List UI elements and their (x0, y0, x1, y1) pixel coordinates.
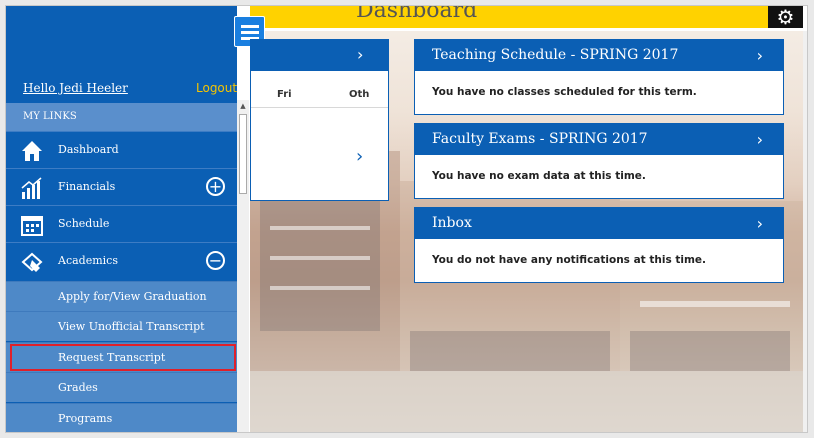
card-header[interactable]: Teaching Schedule - SPRING 2017 › (415, 40, 783, 71)
faculty-exams-card: Faculty Exams - SPRING 2017 › You have no… (414, 123, 784, 199)
page-scrollbar[interactable] (803, 31, 807, 432)
sidebar-item-academics[interactable]: Academics − (6, 242, 237, 279)
subitem-unofficial-transcript[interactable]: View Unofficial Transcript (6, 311, 237, 341)
my-links-header: MY LINKS (6, 103, 237, 131)
sidebar-item-dashboard[interactable]: Dashboard (6, 131, 237, 168)
sidebar-item-label: Schedule (58, 217, 110, 230)
chevron-right-icon[interactable]: › (757, 208, 763, 239)
card-header[interactable]: Faculty Exams - SPRING 2017 › (415, 124, 783, 155)
chevron-right-icon[interactable]: › (757, 40, 763, 71)
sidebar-item-label: Dashboard (58, 143, 119, 156)
subitem-grades[interactable]: Grades (6, 372, 237, 402)
sidebar-item-label: Financials (58, 180, 116, 193)
card-message: You have no exam data at this time. (432, 170, 646, 182)
day-header: Oth (349, 89, 370, 100)
card-title: Inbox (432, 215, 472, 231)
teaching-schedule-card: Teaching Schedule - SPRING 2017 › You hav… (414, 39, 784, 115)
calendar-card: › Fri Oth › (250, 39, 389, 201)
scrollbar-thumb[interactable] (239, 114, 247, 194)
calendar-icon (21, 216, 43, 236)
sidebar-item-financials[interactable]: Financials + (6, 168, 237, 205)
user-greeting-link[interactable]: Hello Jedi Heeler (23, 81, 128, 95)
header-bar (250, 6, 768, 28)
page-title: Dashboard (356, 5, 478, 23)
scroll-up-icon[interactable]: ▲ (237, 100, 249, 112)
expand-plus-icon[interactable]: + (206, 177, 225, 196)
card-title: Faculty Exams - SPRING 2017 (432, 131, 648, 147)
card-message: You do not have any notifications at thi… (432, 254, 707, 266)
financials-chart-icon (21, 177, 42, 199)
chevron-right-icon[interactable]: › (757, 124, 763, 155)
annotation-highlight-box (10, 344, 236, 371)
subitem-programs[interactable]: Programs (6, 403, 237, 432)
calendar-card-header[interactable]: › (251, 40, 388, 71)
card-header[interactable]: Inbox › (415, 208, 783, 239)
sidebar-item-label: Academics (58, 254, 118, 267)
day-header: Fri (277, 89, 292, 100)
academics-icon (21, 252, 43, 272)
home-icon (22, 141, 42, 161)
logout-link[interactable]: Logout (196, 81, 237, 95)
app-window: Dashboard ⚙ Hello Jedi Heeler Logout MY … (5, 5, 808, 433)
card-title: Teaching Schedule - SPRING 2017 (432, 47, 679, 63)
gear-icon[interactable]: ⚙ (768, 6, 803, 28)
subitem-apply-graduation[interactable]: Apply for/View Graduation (6, 281, 237, 311)
collapse-minus-icon[interactable]: − (206, 251, 225, 270)
card-message: You have no classes scheduled for this t… (432, 86, 697, 98)
divider (251, 107, 388, 108)
inbox-card: Inbox › You do not have any notifications… (414, 207, 784, 283)
chevron-right-icon[interactable]: › (357, 45, 363, 64)
sidebar-item-schedule[interactable]: Schedule (6, 205, 237, 242)
next-week-icon[interactable]: › (356, 146, 363, 167)
